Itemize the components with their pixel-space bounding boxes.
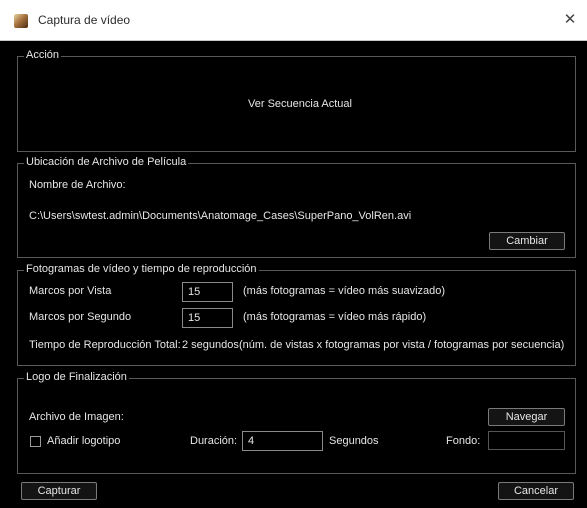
title-bar: Captura de vídeo ✕ bbox=[0, 0, 587, 41]
browse-button[interactable]: Navegar bbox=[488, 408, 565, 426]
frames-per-view-hint: (más fotogramas = vídeo más suavizado) bbox=[243, 285, 446, 297]
image-file-label: Archivo de Imagen: bbox=[29, 411, 124, 423]
file-path: C:\Users\swtest.admin\Documents\Anatomag… bbox=[29, 210, 412, 222]
frames-per-second-label: Marcos por Segundo bbox=[29, 311, 132, 323]
frames-legend: Fotogramas de vídeo y tiempo de reproduc… bbox=[24, 263, 259, 275]
close-icon[interactable]: ✕ bbox=[560, 10, 580, 30]
capture-button[interactable]: Capturar bbox=[21, 482, 97, 500]
background-label: Fondo: bbox=[446, 435, 481, 447]
duration-input[interactable]: 4 bbox=[242, 431, 323, 451]
cancel-button[interactable]: Cancelar bbox=[498, 482, 574, 500]
logo-legend: Logo de Finalización bbox=[24, 371, 129, 383]
logo-group: Logo de Finalización Archivo de Imagen: … bbox=[17, 371, 576, 474]
total-time-label: Tiempo de Reproducción Total: bbox=[29, 339, 181, 351]
add-logo-checkbox[interactable] bbox=[30, 436, 41, 447]
frames-per-view-label: Marcos por Vista bbox=[29, 285, 112, 297]
window-title: Captura de vídeo bbox=[38, 13, 131, 27]
total-time-value: 2 segundos bbox=[182, 339, 239, 351]
add-logo-label: Añadir logotipo bbox=[47, 435, 121, 447]
background-color-field[interactable] bbox=[488, 431, 565, 450]
frames-per-view-input[interactable]: 15 bbox=[182, 282, 233, 302]
change-button[interactable]: Cambiar bbox=[489, 232, 565, 250]
view-sequence-label[interactable]: Ver Secuencia Actual bbox=[248, 98, 352, 110]
accion-group: Acción Ver Secuencia Actual bbox=[17, 49, 576, 152]
dialog-body: Acción Ver Secuencia Actual Ubicación de… bbox=[0, 41, 587, 508]
frames-group: Fotogramas de vídeo y tiempo de reproduc… bbox=[17, 263, 576, 366]
total-time-hint: (núm. de vistas x fotogramas por vista /… bbox=[239, 339, 565, 351]
file-location-legend: Ubicación de Archivo de Película bbox=[24, 156, 189, 168]
frames-per-second-hint: (más fotogramas = vídeo más rápido) bbox=[243, 311, 427, 323]
duration-label: Duración: bbox=[190, 435, 238, 447]
app-icon bbox=[14, 14, 28, 28]
accion-legend: Acción bbox=[24, 49, 62, 61]
filename-label: Nombre de Archivo: bbox=[29, 179, 126, 191]
seconds-label: Segundos bbox=[329, 435, 379, 447]
frames-per-second-input[interactable]: 15 bbox=[182, 308, 233, 328]
file-location-group: Ubicación de Archivo de Película Nombre … bbox=[17, 156, 576, 258]
